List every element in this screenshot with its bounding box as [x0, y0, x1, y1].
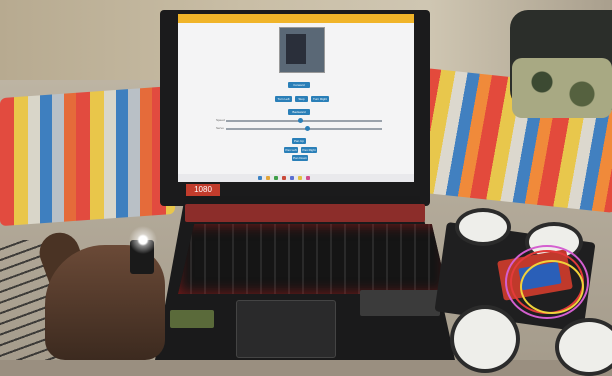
backward-button[interactable]: Backward: [288, 109, 310, 115]
laptop-keyboard: [178, 224, 448, 294]
laptop-screen: Forward Turn Left Stop Turn Right Backwa…: [178, 14, 414, 182]
laptop-display-badge: 1080: [186, 184, 220, 196]
servo-slider-label: Servo: [216, 126, 224, 130]
taskbar-icon[interactable]: [274, 176, 278, 180]
taskbar-icon[interactable]: [290, 176, 294, 180]
windows-taskbar: [178, 174, 414, 182]
pan-right-button[interactable]: Pan Right: [301, 147, 317, 153]
striped-mattress-left: [0, 85, 175, 227]
browser-tab-bar: [178, 14, 414, 23]
taskbar-icon[interactable]: [306, 176, 310, 180]
camera-stream-view: [279, 27, 325, 73]
robot-wheel-front-left: [455, 208, 511, 246]
robot-wheel-rear-left: [450, 305, 520, 373]
taskbar-icon[interactable]: [298, 176, 302, 180]
speed-slider-label: Speed: [216, 118, 225, 122]
pan-up-button[interactable]: Pan Up: [292, 138, 306, 144]
turn-left-button[interactable]: Turn Left: [275, 96, 292, 102]
stop-button[interactable]: Stop: [295, 96, 308, 102]
taskbar-icon[interactable]: [282, 176, 286, 180]
forward-button[interactable]: Forward: [288, 82, 310, 88]
taskbar-icon[interactable]: [258, 176, 262, 180]
turn-right-button[interactable]: Turn Right: [311, 96, 329, 102]
laptop-touchpad: [236, 300, 336, 358]
laptop-stickers: [360, 290, 440, 316]
speed-slider-knob[interactable]: [298, 118, 304, 123]
laptop-hinge: [185, 204, 425, 222]
sensor-led-glow: [128, 225, 158, 255]
robot-wire: [505, 245, 589, 319]
robot-wheel-rear-right: [555, 318, 612, 376]
pan-left-button[interactable]: Pan Left: [284, 147, 298, 153]
laptop-sticker-small: [170, 310, 214, 328]
camo-bag: [512, 58, 612, 118]
servo-slider-knob[interactable]: [304, 126, 310, 131]
pan-down-button[interactable]: Pan Down: [292, 155, 308, 161]
taskbar-icon[interactable]: [266, 176, 270, 180]
camera-stream-subject: [286, 34, 306, 64]
speed-slider-track[interactable]: [226, 120, 382, 122]
